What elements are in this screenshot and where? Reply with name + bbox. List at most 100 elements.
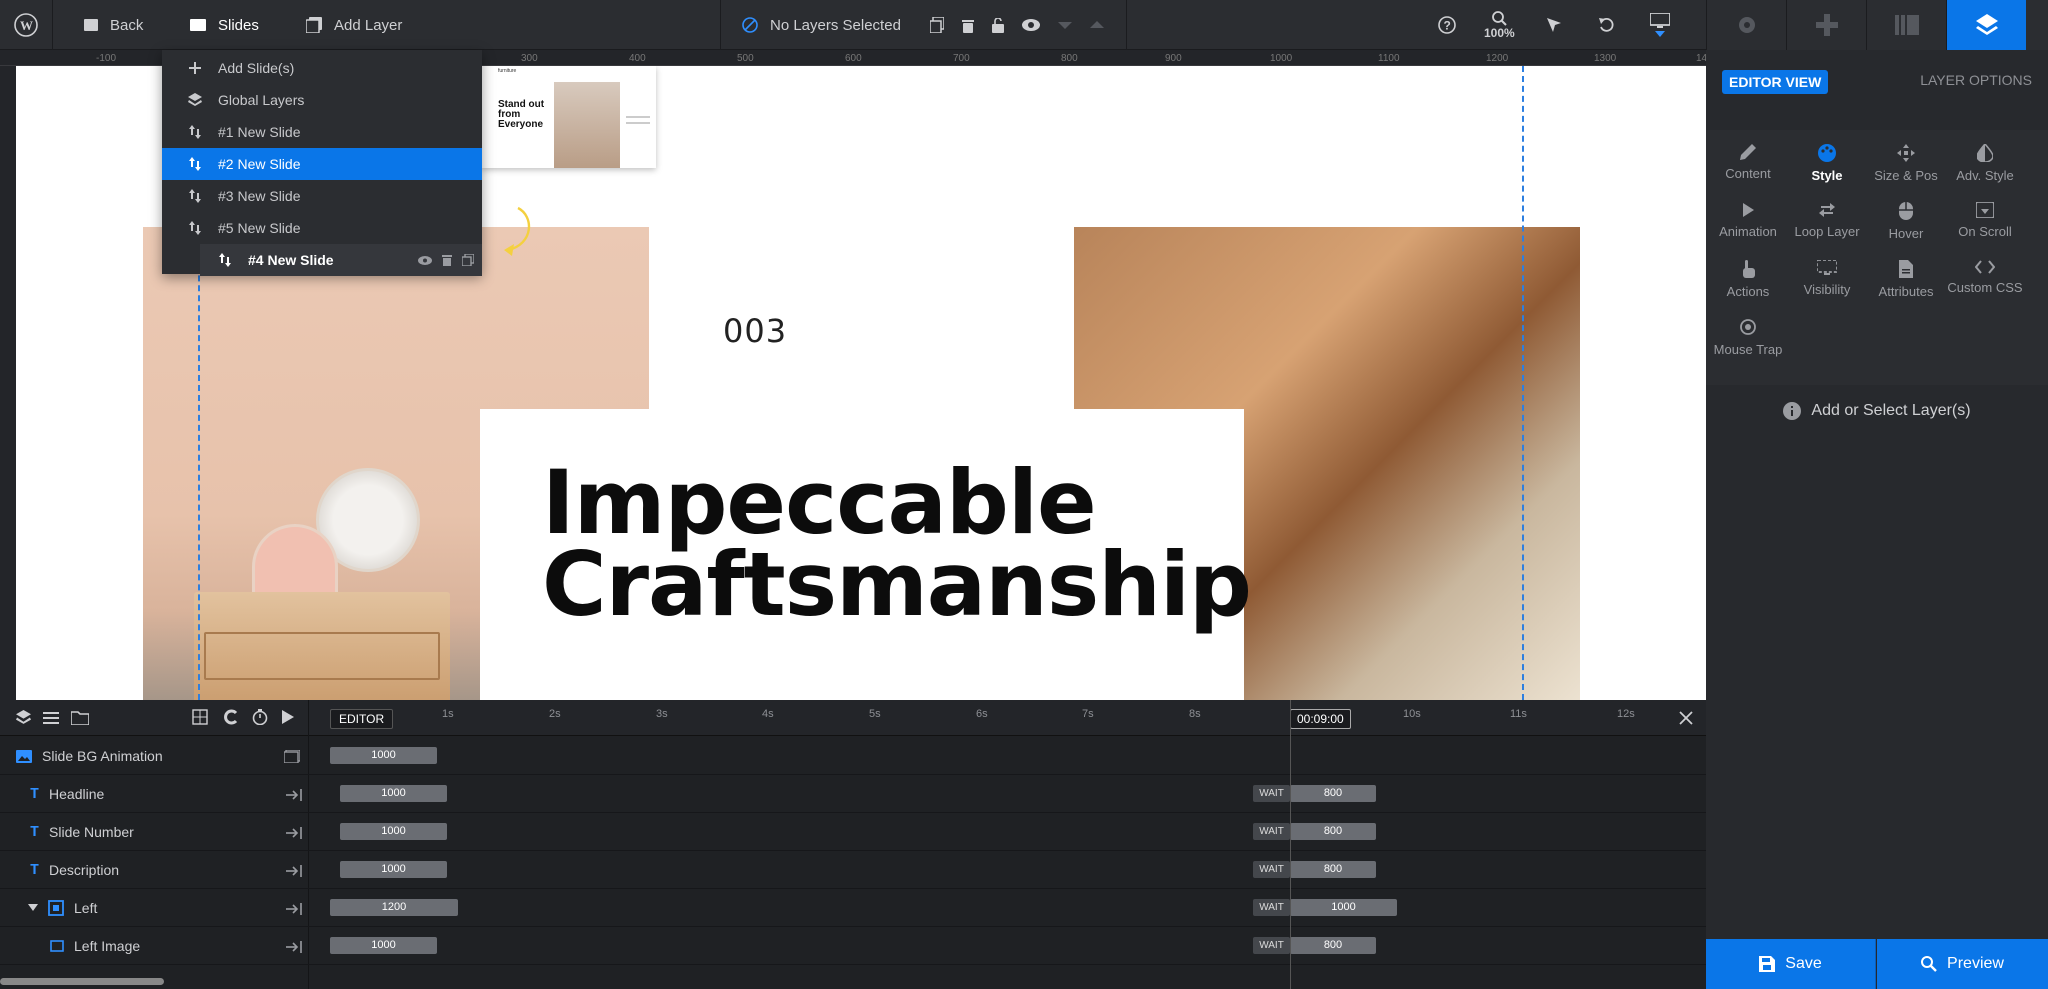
add-slide-item[interactable]: Add Slide(s) (162, 52, 482, 84)
option-label: Custom CSS (1947, 280, 2023, 295)
add-slide-label: Add Slide(s) (218, 60, 295, 76)
in-animation-bar[interactable]: 1000 (330, 747, 437, 764)
tab-navigation[interactable] (1786, 0, 1866, 50)
add-layer-button[interactable]: Add Layer (306, 0, 402, 50)
option-adv-style[interactable]: Adv. Style (1945, 144, 2025, 200)
in-animation-bar[interactable]: 1000 (340, 861, 447, 878)
slide-item-1[interactable]: #1 New Slide (162, 116, 482, 148)
desktop-view-button[interactable] (1650, 0, 1670, 50)
wait-marker[interactable]: WAIT (1253, 899, 1290, 916)
lock-icon[interactable] (992, 17, 1004, 33)
sort-icon (189, 125, 201, 139)
out-animation-bar[interactable]: 800 (1290, 937, 1376, 954)
option-mouse-trap[interactable]: Mouse Trap (1708, 318, 1788, 374)
caret-down-icon[interactable] (28, 904, 38, 912)
wait-marker[interactable]: WAIT (1253, 823, 1290, 840)
global-layers-item[interactable]: Global Layers (162, 84, 482, 116)
slide-number[interactable]: 003 (723, 312, 787, 350)
wait-marker[interactable]: WAIT (1253, 861, 1290, 878)
eye-icon[interactable] (1022, 19, 1040, 31)
slide-item-2[interactable]: #2 New Slide (162, 148, 482, 180)
timeline-row[interactable]: Slide BG Animation 1000 (0, 737, 1706, 775)
move-up-icon[interactable] (1090, 20, 1104, 30)
cursor-icon[interactable] (1546, 0, 1562, 50)
option-custom-css[interactable]: Custom CSS (1945, 260, 2025, 316)
play-icon[interactable] (282, 710, 294, 724)
out-animation-bar[interactable]: 1000 (1290, 899, 1397, 916)
move-down-icon[interactable] (1058, 20, 1072, 30)
zoom-control[interactable]: 100% (1484, 0, 1515, 50)
back-button[interactable]: Back (84, 0, 143, 50)
duplicate-icon[interactable] (930, 17, 944, 33)
align-end-icon[interactable] (286, 827, 302, 839)
tab-layers[interactable] (1946, 0, 2026, 50)
current-time-label[interactable]: 00:09:00 (1290, 709, 1351, 729)
tab-slide-options[interactable] (1866, 0, 1946, 50)
undo-icon[interactable] (1598, 0, 1616, 50)
option-actions[interactable]: Actions (1708, 260, 1788, 316)
help-icon[interactable]: ? (1438, 0, 1456, 50)
out-animation-bar[interactable]: 800 (1290, 823, 1376, 840)
media-icon[interactable] (284, 750, 300, 763)
stopwatch-icon[interactable] (252, 709, 268, 725)
timeline-playback-tools (192, 709, 294, 725)
close-icon[interactable] (1679, 711, 1693, 725)
folder-icon[interactable] (71, 710, 89, 725)
slides-button[interactable]: Slides (190, 0, 259, 50)
out-animation-bar[interactable]: 800 (1290, 861, 1376, 878)
duplicate-icon[interactable] (462, 254, 474, 266)
text-layer-icon: T (30, 785, 40, 803)
list-icon[interactable] (43, 711, 59, 725)
layers-icon[interactable] (16, 710, 31, 725)
out-animation-bar[interactable]: 800 (1290, 785, 1376, 802)
grid-snap-icon[interactable] (192, 709, 208, 725)
align-end-icon[interactable] (286, 903, 302, 915)
preview-button[interactable]: Preview (1877, 939, 2048, 989)
time-tick: 12s (1617, 708, 1635, 720)
timeline-row[interactable]: Left 1200 WAIT 1000 (0, 889, 1706, 927)
save-button[interactable]: Save (1706, 939, 1876, 989)
option-hover[interactable]: Hover (1866, 202, 1946, 258)
trash-icon[interactable] (442, 254, 452, 266)
timeline-row[interactable]: Left Image 1000 WAIT 800 (0, 927, 1706, 965)
contrast-icon (1977, 144, 1993, 162)
chevron-down-icon (1655, 31, 1665, 37)
option-size-pos[interactable]: Size & Pos (1866, 144, 1946, 200)
editor-view-badge[interactable]: EDITOR VIEW (1722, 70, 1829, 94)
align-end-icon[interactable] (286, 789, 302, 801)
timeline-row[interactable]: T Description 1000 WAIT 800 (0, 851, 1706, 889)
option-label: Attributes (1878, 284, 1934, 299)
align-end-icon[interactable] (286, 865, 302, 877)
slide-item-3[interactable]: #3 New Slide (162, 180, 482, 212)
eye-icon[interactable] (418, 255, 432, 265)
in-animation-bar[interactable]: 1000 (340, 785, 447, 802)
slide-item-5[interactable]: #5 New Slide (162, 212, 482, 244)
in-animation-bar[interactable]: 1000 (330, 937, 437, 954)
timeline-editor-label[interactable]: EDITOR (330, 709, 394, 729)
align-end-icon[interactable] (286, 941, 302, 953)
option-visibility[interactable]: Visibility (1787, 260, 1867, 316)
playhead[interactable] (1290, 700, 1291, 989)
headline[interactable]: Impeccable Craftsmanship (542, 459, 1252, 629)
magnet-icon[interactable] (222, 709, 238, 725)
wait-marker[interactable]: WAIT (1253, 937, 1290, 954)
slide-item-4-dragging[interactable]: #4 New Slide (200, 244, 482, 276)
timeline-view-tools (16, 710, 89, 725)
timeline-row[interactable]: T Headline 1000 WAIT 800 (0, 775, 1706, 813)
wait-marker[interactable]: WAIT (1253, 785, 1290, 802)
option-content[interactable]: Content (1708, 144, 1788, 200)
timeline-row[interactable]: T Slide Number 1000 WAIT 800 (0, 813, 1706, 851)
option-style[interactable]: Style (1787, 144, 1867, 200)
option-loop-layer[interactable]: Loop Layer (1787, 202, 1867, 258)
layer-options-label[interactable]: LAYER OPTIONS (1920, 72, 2032, 88)
option-attributes[interactable]: Attributes (1866, 260, 1946, 316)
option-animation[interactable]: Animation (1708, 202, 1788, 258)
search-icon (1921, 956, 1937, 972)
option-on-scroll[interactable]: On Scroll (1945, 202, 2025, 258)
tab-settings[interactable] (1706, 0, 1786, 50)
in-animation-bar[interactable]: 1000 (340, 823, 447, 840)
in-animation-bar[interactable]: 1200 (330, 899, 458, 916)
wordpress-logo-icon[interactable]: W (14, 0, 38, 50)
timeline-scrollbar[interactable] (0, 978, 164, 985)
trash-icon[interactable] (962, 18, 974, 33)
